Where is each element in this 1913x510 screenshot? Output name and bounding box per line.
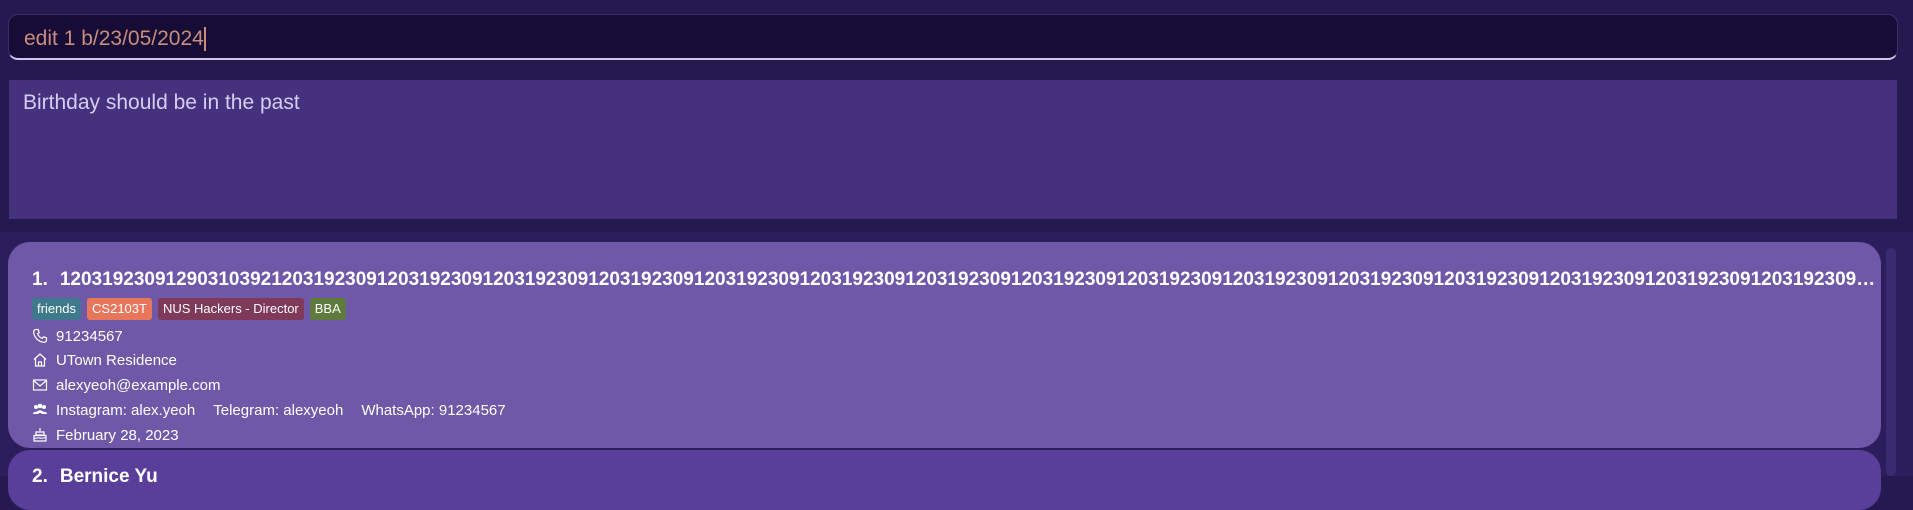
person-name: 2. Bernice Yu xyxy=(32,466,158,488)
person-index: 2. xyxy=(32,466,48,487)
mail-icon xyxy=(32,377,48,393)
person-card[interactable]: 2. Bernice Yu xyxy=(8,450,1881,510)
home-icon xyxy=(32,352,48,368)
phone-text: 91234567 xyxy=(56,327,123,345)
people-icon xyxy=(32,402,48,418)
result-message: Birthday should be in the past xyxy=(23,91,300,114)
text-caret xyxy=(203,27,206,51)
address-text: UTown Residence xyxy=(56,351,177,369)
telegram-text: Telegram: alexyeoh xyxy=(213,401,344,419)
tag-bba: BBA xyxy=(309,298,346,320)
socials-row: Instagram: alex.yeoh Telegram: alexyeoh … xyxy=(32,400,506,420)
email-text: alexyeoh@example.com xyxy=(56,376,221,394)
birthday-text: February 28, 2023 xyxy=(56,426,179,444)
tag-friends: friends xyxy=(32,298,82,320)
cake-icon xyxy=(32,427,48,443)
person-name-text: Bernice Yu xyxy=(59,466,158,487)
instagram-text: Instagram: alex.yeoh xyxy=(56,401,196,419)
result-display: Birthday should be in the past xyxy=(8,79,1898,220)
command-box[interactable]: edit 1 b/23/05/2024 xyxy=(8,14,1898,60)
tag-cs2103t: CS2103T xyxy=(87,298,152,320)
tag-list: friends CS2103T NUS Hackers - Director B… xyxy=(32,298,346,320)
phone-row: 91234567 xyxy=(32,326,123,346)
address-row: UTown Residence xyxy=(32,350,177,370)
person-index: 1. xyxy=(32,269,48,290)
command-input[interactable]: edit 1 b/23/05/2024 xyxy=(24,27,206,51)
whatsapp-text: WhatsApp: 91234567 xyxy=(361,401,506,419)
person-list[interactable]: 1. 12031923091290310392120319230912031923… xyxy=(0,232,1913,510)
list-scrollbar[interactable] xyxy=(1886,248,1896,476)
birthday-row: February 28, 2023 xyxy=(32,425,179,445)
email-row: alexyeoh@example.com xyxy=(32,375,220,395)
person-name: 1. 12031923091290310392120319230912031923… xyxy=(32,269,1877,291)
person-name-text: 1203192309129031039212031923091203192309… xyxy=(59,269,1877,290)
phone-icon xyxy=(32,328,48,344)
person-card[interactable]: 1. 12031923091290310392120319230912031923… xyxy=(8,242,1881,448)
tag-nus-hackers: NUS Hackers - Director xyxy=(157,298,304,320)
